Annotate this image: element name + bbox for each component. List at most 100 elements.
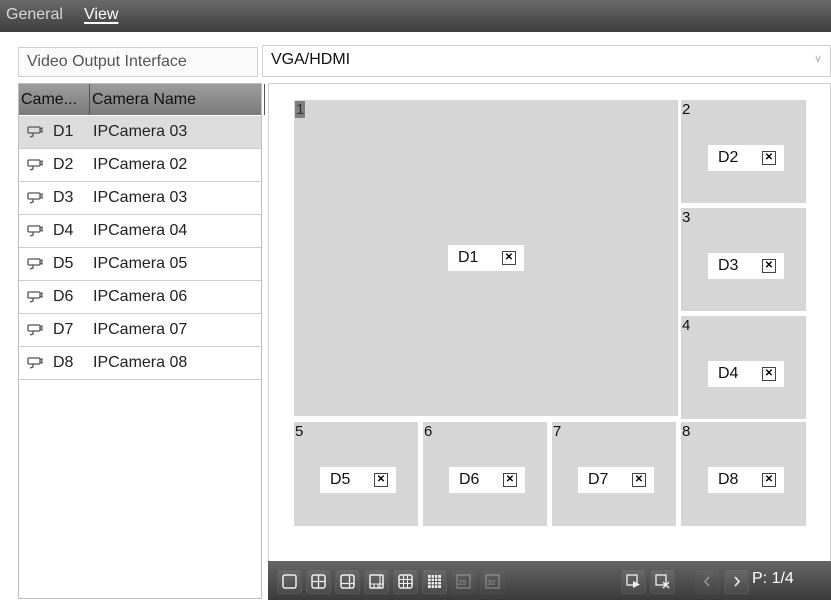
layout-16-button[interactable] (422, 569, 447, 594)
layout-window-7[interactable]: 7 D7 ✕ (552, 422, 676, 526)
camera-name: IPCamera 06 (93, 288, 188, 305)
assigned-camera-label: D4 (718, 365, 739, 382)
camera-list-row[interactable]: D4 IPCamera 04 (19, 215, 261, 248)
layout-window-2[interactable]: 2 D2 ✕ (681, 100, 806, 203)
stop-live-view-icon (655, 574, 670, 589)
video-output-value: VGA/HDMI (271, 51, 351, 68)
assigned-camera-label: D3 (718, 257, 739, 274)
remove-camera-icon[interactable]: ✕ (762, 367, 776, 381)
layout-window-3[interactable]: 3 D3 ✕ (681, 208, 806, 311)
camera-list-row[interactable]: D3 IPCamera 03 (19, 182, 261, 215)
camera-id: D6 (53, 288, 74, 305)
column-header-camera-name[interactable]: Camera Name (88, 84, 265, 115)
ip-camera-icon (27, 291, 43, 303)
camera-list-row[interactable]: D2 IPCamera 02 (19, 149, 261, 182)
layout-window-1[interactable]: 1 D1 ✕ (294, 100, 678, 416)
ip-camera-icon (27, 357, 43, 369)
layout-16-icon (428, 575, 441, 588)
camera-list: Came... Camera Name D1 IPCamera 03 D2 IPCam… (18, 83, 265, 599)
camera-list-row[interactable]: D1 IPCamera 03 (19, 116, 261, 149)
tab-general[interactable]: General (6, 6, 63, 24)
camera-id: D8 (53, 354, 74, 371)
assigned-camera-chip[interactable]: D7 ✕ (578, 467, 654, 493)
ip-camera-icon (27, 225, 43, 237)
camera-id: D3 (53, 189, 74, 206)
layout-8-button[interactable] (364, 569, 389, 594)
remove-camera-icon[interactable]: ✕ (503, 473, 517, 487)
page-indicator: P: 1/4 (752, 570, 794, 587)
remove-camera-icon[interactable]: ✕ (762, 259, 776, 273)
window-number: 5 (295, 423, 304, 440)
assigned-camera-label: D1 (458, 249, 479, 266)
ip-camera-icon (27, 258, 43, 270)
svg-text:32: 32 (488, 580, 496, 587)
layout-1-icon (282, 574, 297, 589)
layout-9-button[interactable] (393, 569, 418, 594)
previous-page-icon (703, 576, 710, 587)
camera-list-row[interactable]: D5 IPCamera 05 (19, 248, 261, 281)
column-header-camera[interactable]: Came... (19, 84, 90, 115)
camera-id: D7 (53, 321, 74, 338)
camera-id: D1 (53, 123, 74, 140)
next-page-button[interactable] (724, 569, 749, 594)
ip-camera-icon (27, 324, 43, 336)
ip-camera-icon (27, 159, 43, 171)
layout-window-8[interactable]: 8 D8 ✕ (681, 422, 806, 526)
assigned-camera-chip[interactable]: D3 ✕ (708, 253, 784, 279)
assigned-camera-chip[interactable]: D6 ✕ (449, 467, 525, 493)
window-number: 4 (682, 317, 691, 334)
assigned-camera-label: D5 (330, 471, 351, 488)
layout-32-button[interactable]: 32 (480, 569, 505, 594)
assigned-camera-label: D8 (718, 471, 739, 488)
camera-list-row[interactable]: D7 IPCamera 07 (19, 314, 261, 347)
start-live-view-button[interactable] (621, 569, 646, 594)
layout-25-icon: 25 (456, 574, 471, 589)
camera-name: IPCamera 04 (93, 222, 188, 239)
layout-toolbar: 25 32 P: 1/4 (268, 561, 831, 600)
assigned-camera-chip[interactable]: D4 ✕ (708, 361, 784, 387)
camera-name: IPCamera 08 (93, 354, 188, 371)
assigned-camera-chip[interactable]: D2 ✕ (708, 145, 784, 171)
camera-id: D4 (53, 222, 74, 239)
remove-camera-icon[interactable]: ✕ (502, 251, 516, 265)
next-page-icon (734, 576, 741, 587)
previous-page-button[interactable] (695, 569, 720, 594)
layout-window-6[interactable]: 6 D6 ✕ (423, 422, 547, 526)
camera-name: IPCamera 05 (93, 255, 188, 272)
remove-camera-icon[interactable]: ✕ (762, 473, 776, 487)
chevron-down-icon[interactable]: ∨ (814, 52, 822, 65)
remove-camera-icon[interactable]: ✕ (374, 473, 388, 487)
layout-4-button[interactable] (306, 569, 331, 594)
layout-6-icon (340, 574, 355, 589)
layout-32-icon: 32 (485, 574, 500, 589)
remove-camera-icon[interactable]: ✕ (762, 151, 776, 165)
assigned-camera-label: D7 (588, 471, 609, 488)
remove-camera-icon[interactable]: ✕ (632, 473, 646, 487)
stop-live-view-button[interactable] (650, 569, 675, 594)
layout-6-button[interactable] (335, 569, 360, 594)
assigned-camera-chip[interactable]: D8 ✕ (708, 467, 784, 493)
svg-text:25: 25 (459, 580, 467, 587)
tab-bar: General View (0, 0, 831, 32)
camera-name: IPCamera 02 (93, 156, 188, 173)
layout-25-button[interactable]: 25 (451, 569, 476, 594)
layout-window-5[interactable]: 5 D5 ✕ (294, 422, 418, 526)
layout-window-4[interactable]: 4 D4 ✕ (681, 316, 806, 419)
window-number: 6 (424, 423, 433, 440)
tab-view[interactable]: View (84, 6, 118, 24)
camera-name: IPCamera 03 (93, 123, 188, 140)
camera-name: IPCamera 03 (93, 189, 188, 206)
assigned-camera-label: D6 (459, 471, 480, 488)
window-number: 7 (553, 423, 562, 440)
assigned-camera-chip[interactable]: D5 ✕ (320, 467, 396, 493)
ip-camera-icon (27, 192, 43, 204)
camera-list-row[interactable]: D8 IPCamera 08 (19, 347, 261, 380)
layout-1-button[interactable] (277, 569, 302, 594)
assigned-camera-chip[interactable]: D1 ✕ (448, 245, 524, 271)
camera-name: IPCamera 07 (93, 321, 188, 338)
camera-list-row[interactable]: D6 IPCamera 06 (19, 281, 261, 314)
camera-id: D5 (53, 255, 74, 272)
window-number: 3 (682, 209, 691, 226)
layout-4-icon (311, 574, 326, 589)
video-output-select[interactable]: VGA/HDMI ∨ (262, 45, 831, 77)
